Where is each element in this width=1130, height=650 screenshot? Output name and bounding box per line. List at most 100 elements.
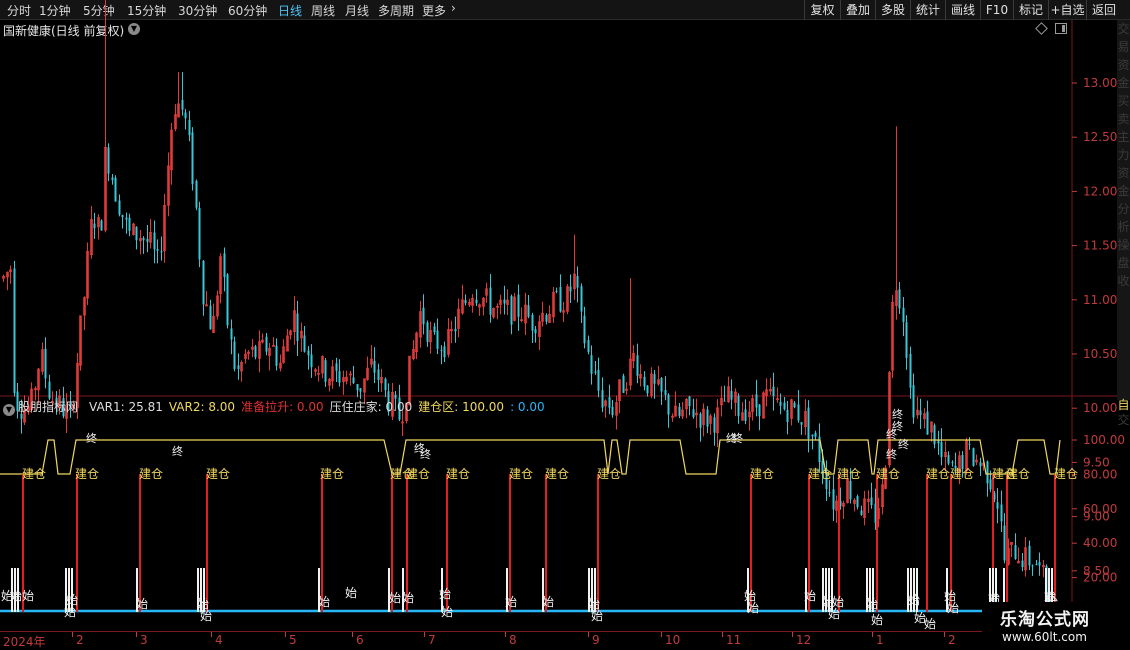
candle-body (426, 322, 429, 342)
price-tick-label: 13.00 (1083, 76, 1117, 90)
date-label: 7 (428, 633, 436, 647)
candle-body (160, 251, 163, 253)
candle-body (373, 360, 376, 373)
indicator-field: : 0.00 (510, 400, 545, 414)
start-signal-label: 始 (318, 595, 330, 609)
candle-body (503, 299, 506, 304)
start-signal-label: 始 (505, 595, 517, 609)
date-tick (661, 632, 662, 637)
indicator-tick-label: 20.00 (1083, 571, 1117, 585)
candle-body (146, 238, 149, 242)
candle-body (580, 286, 583, 312)
date-label: 9 (592, 633, 600, 647)
candle-body (527, 305, 530, 317)
candle-body (534, 329, 537, 334)
price-tick-label: 12.50 (1083, 130, 1117, 144)
side-panel-strip-lower[interactable]: 自交 (1117, 398, 1130, 428)
candle-body (933, 425, 936, 445)
candle-body (951, 461, 954, 463)
date-label: 6 (356, 633, 364, 647)
candle-body (517, 294, 520, 317)
candle-body (198, 207, 201, 260)
candle-body (44, 348, 47, 379)
start-signal-label: 始 (345, 586, 357, 600)
candle-body (230, 328, 233, 340)
build-signal-label: 建仓 (75, 467, 99, 481)
side-panel-glyph: 收 (1117, 274, 1130, 288)
kline-chart[interactable]: 13.0012.5012.0011.5011.0010.5010.009.509… (0, 0, 1130, 650)
start-bar (388, 568, 390, 612)
candle-body (940, 442, 943, 458)
candle-body (121, 214, 124, 218)
end-signal-label: 终 (420, 447, 431, 461)
date-tick (588, 632, 589, 637)
candle-body (779, 401, 782, 406)
candle-body (510, 295, 513, 325)
build-bar (509, 474, 511, 612)
date-tick (352, 632, 353, 637)
build-signal-label: 建仓 (139, 467, 163, 481)
date-tick (285, 632, 286, 637)
side-panel-strip[interactable]: 交易资金买卖主力资金分析操盘收 (1117, 20, 1130, 400)
candle-body (191, 132, 194, 185)
build-signal-label: 建仓 (1054, 467, 1078, 481)
candle-body (807, 407, 810, 439)
candle-body (489, 287, 492, 315)
candle-body (181, 99, 184, 110)
build-signal-label: 建仓 (837, 467, 861, 481)
watermark-title: 乐淘公式网 (1000, 610, 1090, 630)
candle-body (832, 489, 835, 510)
build-bar (926, 474, 928, 612)
indicator-field: 压住庄家: 0.00 (329, 400, 413, 414)
candle-body (706, 409, 709, 427)
date-tick (424, 632, 425, 637)
build-bar (876, 474, 878, 612)
candle-body (758, 404, 761, 416)
start-signal-label: 始 (200, 609, 212, 623)
build-signal-label: 建仓 (808, 467, 832, 481)
chevron-down-icon[interactable]: ▼ (3, 404, 15, 416)
side-panel-glyph: 操 (1117, 238, 1130, 252)
indicator-field: 建仓区: 100.00 (418, 400, 505, 414)
date-tick (722, 632, 723, 637)
build-bar (1006, 474, 1008, 612)
candle-body (636, 355, 639, 376)
start-signal-label: 始 (22, 589, 34, 603)
start-signal-label: 始 (10, 589, 22, 603)
candle-body (688, 396, 691, 407)
candle-body (1028, 545, 1031, 566)
build-signal-bars (22, 474, 1056, 612)
candle-body (142, 237, 145, 241)
start-signal-label: 始 (804, 589, 816, 603)
date-label: 12 (796, 633, 812, 647)
start-signal-label: 始 (908, 593, 920, 607)
end-signal-label: 终 (886, 447, 897, 461)
candle-body (569, 286, 572, 292)
candle-body (755, 394, 758, 408)
candlestick-series (2, 0, 1055, 650)
candle-body (226, 274, 229, 326)
candle-body (233, 341, 236, 369)
side-panel-glyph: 盘 (1117, 256, 1130, 270)
date-label: 5 (289, 633, 297, 647)
start-signal-label: 始 (64, 605, 76, 619)
date-label: 4 (215, 633, 223, 647)
candle-body (555, 290, 558, 292)
candle-body (1035, 563, 1038, 565)
candle-body (972, 448, 975, 467)
candle-body (335, 363, 338, 371)
indicator-tick-label: 40.00 (1083, 536, 1117, 550)
start-signal-label: 始 (866, 597, 878, 611)
candle-body (188, 119, 191, 136)
candle-body (531, 314, 534, 331)
candle-body (433, 326, 436, 333)
candle-body (660, 377, 663, 392)
side-panel-glyph: 资 (1117, 58, 1130, 72)
candle-body (692, 409, 695, 417)
build-signal-label: 建仓 (597, 467, 621, 481)
candle-body (356, 383, 359, 391)
indicator-field: VAR1: 25.81 (89, 400, 163, 414)
candle-body (608, 397, 611, 408)
candle-body (870, 497, 873, 505)
start-signal-bars (11, 568, 1053, 612)
